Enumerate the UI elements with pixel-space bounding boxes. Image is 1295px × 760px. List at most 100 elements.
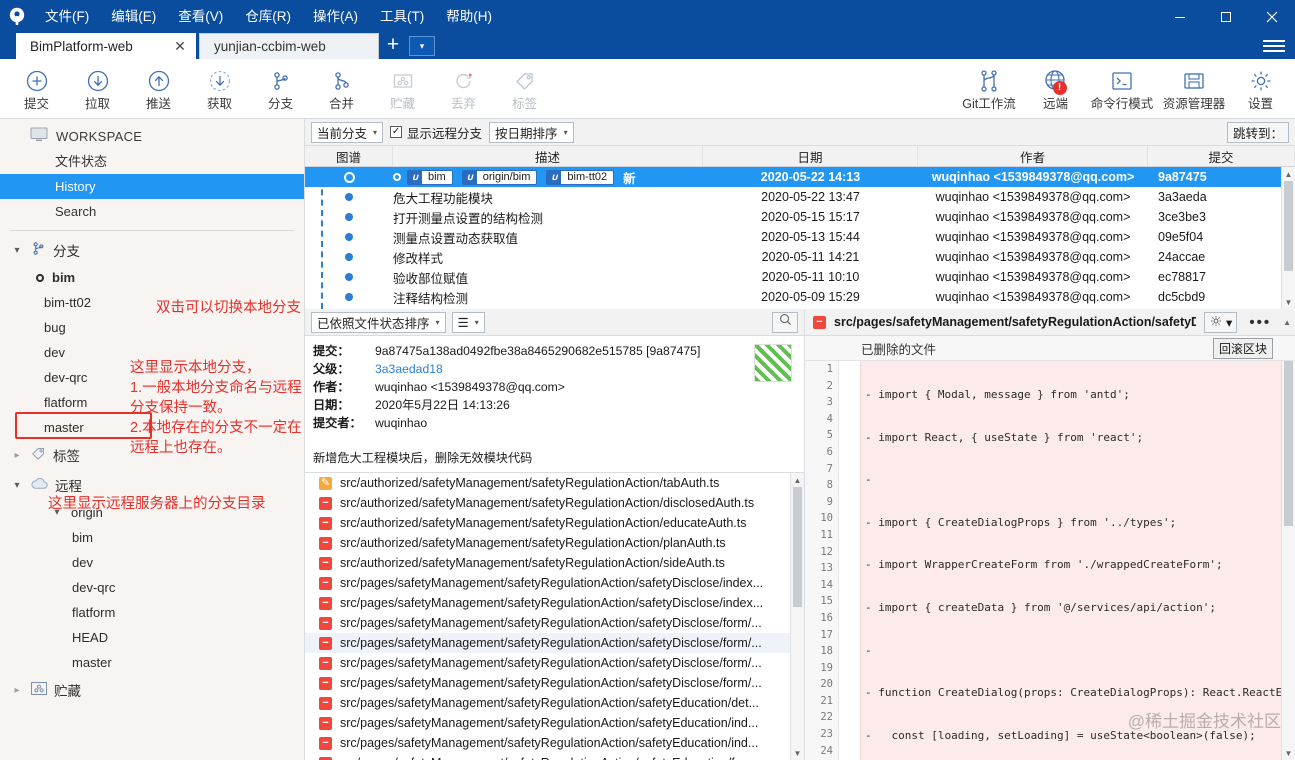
commit-row[interactable]: 验收部位赋值 2020-05-11 10:10 wuqinhao <153984… [305, 267, 1295, 287]
menu-edit[interactable]: 编辑(E) [100, 0, 167, 33]
close-button[interactable] [1249, 0, 1295, 33]
more-icon[interactable]: ••• [1245, 314, 1275, 331]
menu-tools[interactable]: 工具(T) [369, 0, 435, 33]
jump-to-button[interactable]: 跳转到： [1226, 121, 1289, 143]
branch-item-master[interactable]: master [0, 415, 304, 440]
menu-help[interactable]: 帮助(H) [435, 0, 503, 33]
column-header-commit[interactable]: 提交 [1148, 146, 1295, 166]
branch-item-bim-tt02[interactable]: bim-tt02 [0, 290, 304, 315]
sidebar-item-file-status[interactable]: 文件状态 [0, 149, 304, 174]
section-remotes[interactable]: ▾ 远程 [0, 470, 304, 500]
chevron-down-icon[interactable]: ▾ [50, 500, 64, 525]
pull-button[interactable]: 拉取 [67, 60, 128, 118]
diff-code-lines[interactable]: - import { Modal, message } from 'antd';… [861, 361, 1295, 760]
scroll-down-icon[interactable]: ▼ [1282, 295, 1295, 309]
menu-view[interactable]: 查看(V) [167, 0, 234, 33]
stash-button[interactable]: 贮藏 [372, 60, 433, 118]
remote-origin[interactable]: ▾ origin [0, 500, 304, 525]
discard-button[interactable]: 丢弃 [433, 60, 494, 118]
chevron-down-icon[interactable]: ▾ [10, 480, 24, 491]
file-sort-dropdown[interactable]: 已依照文件状态排序 ▾ [311, 311, 446, 333]
diff-settings-button[interactable]: ▾ [1204, 311, 1238, 333]
ref-badge-bim-tt02[interactable]: 𝛖 bim-tt02 [546, 169, 615, 185]
explorer-button[interactable]: 资源管理器 [1158, 60, 1230, 118]
commit-row[interactable]: 打开测量点设置的结构检测 2020-05-15 15:17 wuqinhao <… [305, 207, 1295, 227]
sidebar-item-search[interactable]: Search [0, 199, 304, 224]
minimize-button[interactable] [1157, 0, 1203, 33]
menu-actions[interactable]: 操作(A) [302, 0, 369, 33]
tab-yunjian-ccbim-web[interactable]: yunjian-ccbim-web [199, 33, 379, 59]
branch-item-bug[interactable]: bug [0, 315, 304, 340]
branch-item-dev-qrc[interactable]: dev-qrc [0, 365, 304, 390]
commit-row[interactable]: 危大工程功能模块 2020-05-22 13:47 wuqinhao <1539… [305, 187, 1295, 207]
menu-file[interactable]: 文件(F) [34, 0, 100, 33]
merge-button[interactable]: 合并 [311, 60, 372, 118]
file-view-mode-dropdown[interactable]: ☰ ▾ [451, 311, 485, 333]
scroll-down-icon[interactable]: ▼ [1282, 746, 1295, 760]
show-remote-branches-checkbox[interactable]: ✓ 显示远程分支 [390, 123, 482, 142]
branch-item-bim[interactable]: bim [0, 265, 304, 290]
remote-branch-head[interactable]: HEAD [0, 625, 304, 650]
scroll-up-icon[interactable]: ▲ [791, 473, 804, 487]
remote-branch-bim[interactable]: bim [0, 525, 304, 550]
ref-badge-origin-bim[interactable]: 𝛖 origin/bim [461, 169, 538, 185]
tab-list-dropdown[interactable]: ▾ [409, 36, 435, 56]
file-list-item[interactable]: −src/pages/safetyManagement/safetyRegula… [305, 733, 804, 753]
file-list-item[interactable]: −src/pages/safetyManagement/safetyRegula… [305, 573, 804, 593]
file-list-item[interactable]: ✎ src/authorized/safetyManagement/safetyR… [305, 473, 804, 493]
commit-row[interactable]: 修改样式 2020-05-11 14:21 wuqinhao <15398493… [305, 247, 1295, 267]
column-header-description[interactable]: 描述 [393, 146, 703, 166]
commit-row[interactable]: 测量点设置动态获取值 2020-05-13 15:44 wuqinhao <15… [305, 227, 1295, 247]
ref-badge-bim[interactable]: 𝛖 bim [407, 169, 453, 185]
scroll-down-icon[interactable]: ▼ [791, 746, 804, 760]
rollback-hunk-button[interactable]: 回滚区块 [1212, 337, 1273, 359]
scroll-up-icon[interactable]: ▲ [1283, 315, 1291, 329]
push-button[interactable]: 推送 [128, 60, 189, 118]
file-list-item[interactable]: −src/pages/safetyManagement/safetyRegula… [305, 753, 804, 760]
sidebar-item-history[interactable]: History [0, 174, 304, 199]
section-tags[interactable]: ▸ 标签 [0, 440, 304, 470]
file-list-item[interactable]: − src/authorized/safetyManagement/safetyR… [305, 553, 804, 573]
file-list-item[interactable]: − src/authorized/safetyManagement/safetyR… [305, 513, 804, 533]
sort-dropdown[interactable]: 按日期排序 ▾ [489, 121, 574, 143]
remote-branch-dev[interactable]: dev [0, 550, 304, 575]
file-list-item-active[interactable]: − src/pages/safetyManagement/safetyRegula… [305, 633, 804, 653]
file-list-item[interactable]: −src/pages/safetyManagement/safetyRegula… [305, 713, 804, 733]
chevron-down-icon[interactable]: ▾ [10, 245, 24, 256]
file-list-scrollbar[interactable]: ▲ ▼ [790, 473, 804, 760]
tab-bimplatform-web[interactable]: BimPlatform-web ✕ [16, 33, 196, 59]
remote-branch-dev-qrc[interactable]: dev-qrc [0, 575, 304, 600]
diff-scrollbar[interactable]: ▼ [1281, 361, 1295, 760]
fetch-button[interactable]: 获取 [189, 60, 250, 118]
section-branches[interactable]: ▾ 分支 [0, 235, 304, 265]
parent-commit-link[interactable]: 3a3aedad18 [375, 360, 443, 378]
column-header-date[interactable]: 日期 [703, 146, 918, 166]
section-stashes[interactable]: ▸ 贮藏 [0, 675, 304, 705]
branch-item-dev[interactable]: dev [0, 340, 304, 365]
search-button[interactable] [772, 311, 798, 333]
app-menu-icon[interactable] [1263, 36, 1285, 56]
branch-item-flatform[interactable]: flatform [0, 390, 304, 415]
file-list-item[interactable]: −src/pages/safetyManagement/safetyRegula… [305, 653, 804, 673]
chevron-right-icon[interactable]: ▸ [10, 685, 24, 696]
tag-button[interactable]: 标签 [494, 60, 555, 118]
remote-button[interactable]: ! 远端 [1025, 60, 1086, 118]
menu-repository[interactable]: 仓库(R) [234, 0, 302, 33]
column-header-author[interactable]: 作者 [918, 146, 1148, 166]
file-list-item[interactable]: − src/authorized/safetyManagement/safetyR… [305, 533, 804, 553]
column-header-graph[interactable]: 图谱 [305, 146, 393, 166]
terminal-button[interactable]: 命令行模式 [1086, 60, 1158, 118]
commit-row[interactable]: 注释结构检测 2020-05-09 15:29 wuqinhao <153984… [305, 287, 1295, 307]
tab-close-icon[interactable]: ✕ [172, 38, 188, 55]
file-list-item[interactable]: −src/pages/safetyManagement/safetyRegula… [305, 613, 804, 633]
remote-branch-flatform[interactable]: flatform [0, 600, 304, 625]
scroll-up-icon[interactable]: ▲ [1282, 167, 1295, 181]
chevron-right-icon[interactable]: ▸ [10, 450, 24, 461]
branch-scope-dropdown[interactable]: 当前分支 ▾ [311, 121, 384, 143]
git-flow-button[interactable]: Git工作流 [953, 60, 1025, 118]
commit-table-scrollbar[interactable]: ▲ ▼ [1281, 167, 1295, 309]
file-list-item[interactable]: −src/pages/safetyManagement/safetyRegula… [305, 593, 804, 613]
file-list-item[interactable]: −src/pages/safetyManagement/safetyRegula… [305, 673, 804, 693]
commit-row-selected[interactable]: 𝛖 bim 𝛖 origin/bim 𝛖 bim-tt02 新 2020-05-22 … [305, 167, 1295, 187]
maximize-button[interactable] [1203, 0, 1249, 33]
